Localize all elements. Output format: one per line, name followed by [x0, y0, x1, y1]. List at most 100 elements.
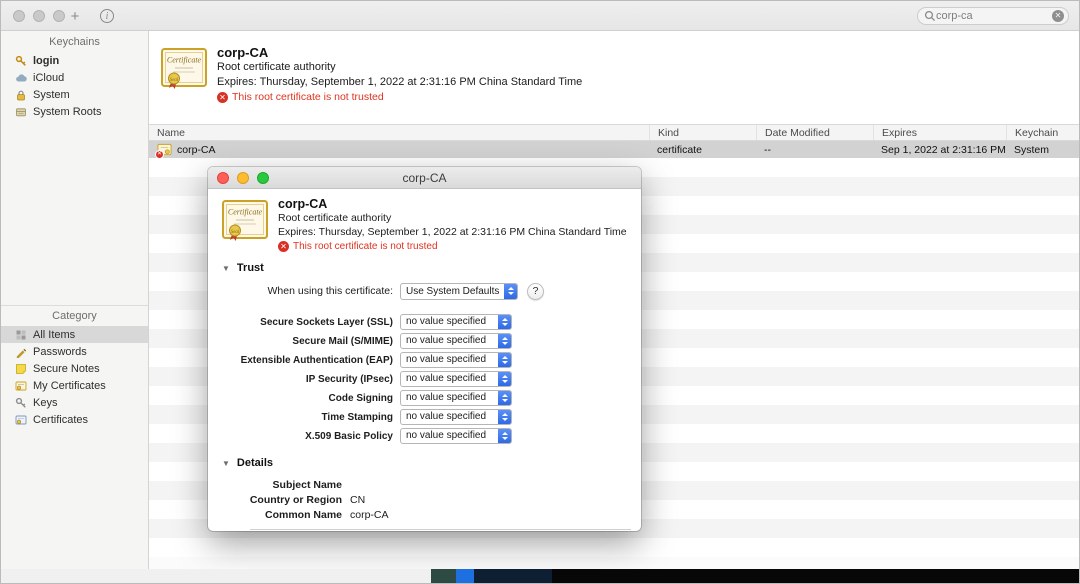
policy-label: Secure Mail (S/MIME)	[292, 335, 393, 347]
table-header: Name Kind Date Modified Expires Keychain	[149, 124, 1079, 141]
certificate-name: corp-CA	[278, 197, 328, 211]
details-rows: Subject Name Country or Region CN Common…	[208, 477, 641, 531]
sidebar-item-login[interactable]: login	[1, 52, 148, 69]
policy-popup[interactable]: no value specified	[400, 428, 512, 444]
bottom-strip	[1, 569, 1079, 583]
popup-stepper-icon	[498, 391, 511, 405]
policy-row-x509: X.509 Basic Policy no value specified	[208, 428, 641, 444]
policy-label: Extensible Authentication (EAP)	[240, 354, 393, 366]
sidebar-item-icloud[interactable]: iCloud	[1, 69, 148, 86]
cloud-icon	[16, 73, 27, 82]
certificate-dialog: corp-CA Certificate Seal corp-CA Root ce…	[208, 167, 641, 531]
popup-value: no value specified	[406, 430, 487, 441]
trust-warning: ✕ This root certificate is not trusted	[217, 91, 582, 103]
certificate-large-icon: Certificate Seal	[222, 200, 268, 241]
warning-x-icon: ✕	[278, 241, 289, 252]
info-button[interactable]: i	[95, 5, 119, 27]
category-item-my-certificates[interactable]: My Certificates	[1, 377, 148, 394]
dialog-certificate-banner: Certificate Seal corp-CA Root certificat…	[208, 189, 641, 252]
warning-x-icon: ✕	[217, 91, 228, 103]
sidebar-item-system[interactable]: System	[1, 86, 148, 103]
policy-popup[interactable]: no value specified	[400, 314, 512, 330]
category-item-certificates[interactable]: Certificates	[1, 411, 148, 428]
dialog-minimize-button[interactable]	[237, 172, 249, 184]
popup-value: no value specified	[406, 335, 487, 346]
country-row: Country or Region CN	[208, 492, 641, 507]
close-button[interactable]	[13, 10, 25, 22]
policy-label: Code Signing	[328, 392, 393, 404]
dialog-zoom-button[interactable]	[257, 172, 269, 184]
policy-popup[interactable]: no value specified	[400, 409, 512, 425]
policy-label: Time Stamping	[321, 411, 394, 423]
svg-text:Certificate: Certificate	[228, 208, 263, 217]
common-name-label: Common Name	[264, 508, 342, 521]
category-item-label: Certificates	[33, 413, 89, 426]
search-field[interactable]: ✕	[917, 7, 1069, 25]
category-item-label: My Certificates	[33, 379, 106, 392]
search-input[interactable]	[936, 10, 1052, 22]
popup-stepper-icon	[498, 353, 511, 367]
help-button[interactable]: ?	[527, 282, 544, 300]
certificate-expiry: Expires: Thursday, September 1, 2022 at …	[278, 226, 627, 238]
popup-value: no value specified	[406, 373, 487, 384]
trust-warning-text: This root certificate is not trusted	[232, 91, 384, 103]
category-item-label: Secure Notes	[33, 362, 100, 375]
dock-segment	[456, 569, 474, 583]
column-header-keychain[interactable]: Keychain	[1006, 125, 1079, 140]
disclosure-triangle-icon[interactable]: ▼	[222, 459, 230, 468]
certificate-banner: Certificate Seal corp-CA Root certificat…	[149, 31, 1079, 124]
policy-row-eap: Extensible Authentication (EAP) no value…	[208, 352, 641, 368]
category-item-keys[interactable]: Keys	[1, 394, 148, 411]
window-toolbar: + i ✕	[1, 1, 1079, 31]
popup-value: no value specified	[406, 354, 487, 365]
certificate-large-icon: Certificate Seal	[161, 48, 207, 89]
common-name-value: corp-CA	[350, 508, 389, 521]
details-section-label: Details	[236, 457, 273, 469]
column-header-name[interactable]: Name	[149, 125, 649, 140]
policy-row-code-signing: Code Signing no value specified	[208, 390, 641, 406]
certificate-icon	[15, 415, 27, 424]
details-section-header[interactable]: ▼ Details	[208, 457, 641, 469]
category-item-label: Keys	[33, 396, 58, 409]
column-header-kind[interactable]: Kind	[649, 125, 756, 140]
keychains-header: Keychains	[49, 36, 100, 48]
note-icon	[16, 363, 26, 374]
policy-popup[interactable]: no value specified	[400, 352, 512, 368]
dialog-body: Certificate Seal corp-CA Root certificat…	[208, 189, 641, 531]
when-using-popup[interactable]: Use System Defaults	[400, 282, 518, 300]
sidebar-item-label: System Roots	[33, 105, 102, 118]
category-item-all-items[interactable]: All Items	[1, 326, 148, 343]
dialog-titlebar[interactable]: corp-CA	[208, 167, 641, 189]
popup-value: no value specified	[406, 316, 487, 327]
sidebar-item-system-roots[interactable]: System Roots	[1, 103, 148, 120]
category-item-secure-notes[interactable]: Secure Notes	[1, 360, 148, 377]
certificate-small-icon: ✕	[155, 142, 172, 158]
disclosure-triangle-icon[interactable]: ▼	[222, 264, 230, 273]
clear-search-icon[interactable]: ✕	[1052, 10, 1064, 22]
dialog-close-button[interactable]	[217, 172, 229, 184]
key-icon	[15, 55, 26, 66]
keys-icon	[15, 397, 26, 408]
policy-popup[interactable]: no value specified	[400, 371, 512, 387]
policy-label: IP Security (IPsec)	[305, 373, 393, 385]
system-roots-icon	[16, 107, 26, 116]
certificate-subtitle: Root certificate authority	[217, 61, 336, 73]
dialog-traffic-lights	[217, 172, 269, 184]
minimize-button[interactable]	[33, 10, 45, 22]
sidebar-item-label: login	[33, 54, 60, 67]
trust-section-header[interactable]: ▼ Trust	[208, 262, 641, 274]
policy-popup[interactable]: no value specified	[400, 390, 512, 406]
category-item-passwords[interactable]: Passwords	[1, 343, 148, 360]
certificate-subtitle: Root certificate authority	[278, 212, 392, 224]
policy-row-time-stamping: Time Stamping no value specified	[208, 409, 641, 425]
traffic-lights	[13, 10, 65, 22]
country-value: CN	[350, 493, 366, 506]
column-header-expires[interactable]: Expires	[873, 125, 1006, 140]
svg-text:Seal: Seal	[170, 78, 179, 83]
policy-popup[interactable]: no value specified	[400, 333, 512, 349]
country-label: Country or Region	[249, 493, 342, 506]
add-item-button[interactable]: +	[63, 5, 87, 27]
column-header-date-modified[interactable]: Date Modified	[756, 125, 873, 140]
popup-stepper-icon	[498, 410, 511, 424]
table-row[interactable]: ✕ corp-CA certificate -- Sep 1, 2022 at …	[149, 141, 1079, 158]
